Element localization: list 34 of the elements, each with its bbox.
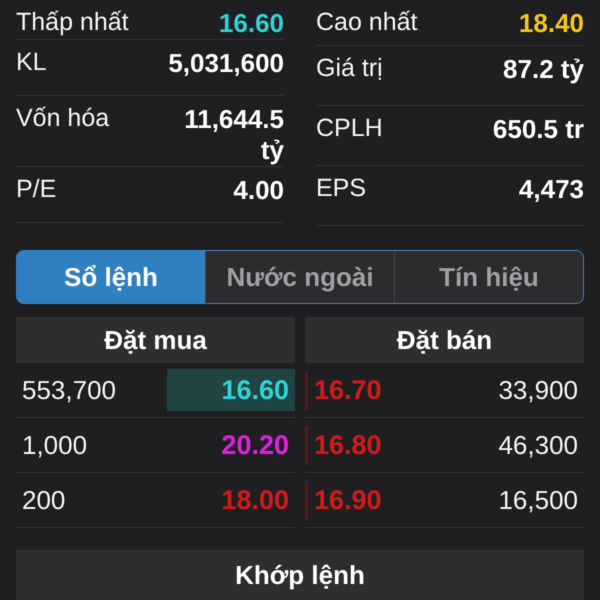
stat-value: 5,031,600 [168, 48, 284, 79]
stat-label: CPLH [316, 114, 383, 143]
stat-label: KL [16, 48, 47, 77]
stat-value: 4.00 [233, 175, 284, 206]
stat-value: 4,473 [518, 174, 584, 205]
stat-value: 11,644.5 tỷ [183, 104, 284, 166]
bid-price: 16.60 [220, 374, 290, 406]
stat-value: 18.40 [518, 8, 584, 39]
stat-value: 16.60 [218, 8, 284, 39]
bid-volume: 1,000 [21, 430, 88, 460]
ask-header: Đặt bán [305, 317, 584, 363]
stat-label: Giá trị [316, 54, 383, 83]
bid-price: 18.00 [220, 484, 290, 516]
matched-header: Khớp lệnh [16, 550, 584, 600]
stat-label: Cao nhất [316, 8, 418, 37]
tab[interactable]: Tín hiệu [394, 251, 583, 303]
ask-volume: 33,900 [497, 374, 579, 406]
ask-price: 16.80 [305, 426, 388, 464]
stat-label: Vốn hóa [16, 104, 110, 133]
stat-value: 650.5 tr [492, 114, 584, 145]
bid-volume: 200 [21, 484, 66, 516]
stat-label: EPS [316, 174, 366, 203]
stat-label: Thấp nhất [16, 8, 129, 37]
stat-value: 87.2 tỷ [503, 54, 584, 85]
bid-volume: 553,700 [21, 374, 117, 406]
tab[interactable]: Sổ lệnh [17, 251, 205, 303]
bid-header: Đặt mua [16, 317, 295, 363]
ask-price: 16.70 [305, 370, 388, 410]
ask-price: 16.90 [305, 480, 388, 520]
stat-label: P/E [16, 175, 56, 204]
tab[interactable]: Nước ngoài [205, 251, 394, 303]
ask-volume: 46,300 [497, 430, 579, 460]
bid-price: 20.20 [220, 428, 290, 462]
ask-volume: 16,500 [497, 484, 579, 516]
